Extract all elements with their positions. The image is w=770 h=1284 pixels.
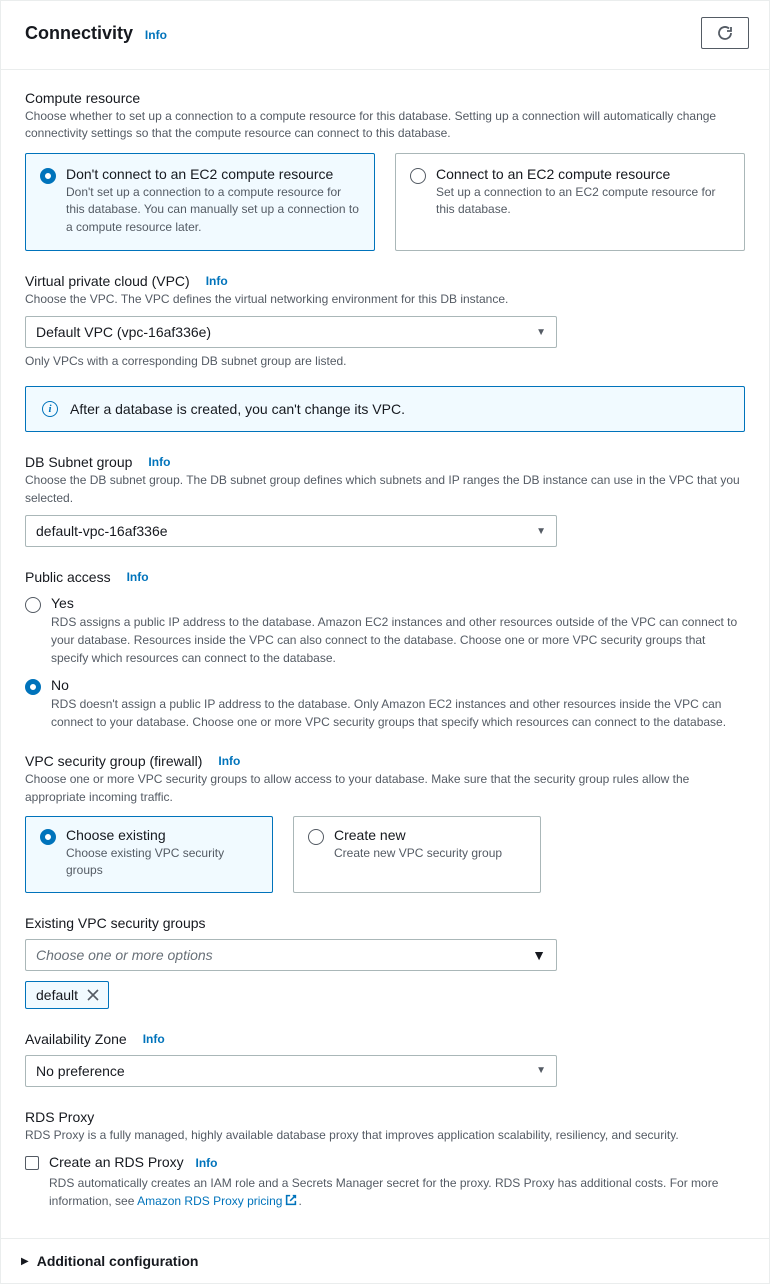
radio-selected-icon xyxy=(40,829,56,845)
public-no-label: No xyxy=(51,677,745,693)
triangle-right-icon: ▶ xyxy=(21,1256,29,1267)
proxy-pricing-link[interactable]: Amazon RDS Proxy pricing xyxy=(137,1194,298,1208)
vpc-desc: Choose the VPC. The VPC defines the virt… xyxy=(25,291,745,308)
compute-tile-ec2[interactable]: Connect to an EC2 compute resource Set u… xyxy=(395,153,745,251)
public-access-section: Public access Info Yes RDS assigns a pub… xyxy=(25,569,745,731)
sg-tile-existing[interactable]: Choose existing Choose existing VPC secu… xyxy=(25,816,273,893)
caret-down-icon: ▼ xyxy=(536,526,546,537)
sg-tile-new[interactable]: Create new Create new VPC security group xyxy=(293,816,541,893)
sg-token-default: default xyxy=(25,981,109,1009)
subnet-section: DB Subnet group Info Choose the DB subne… xyxy=(25,454,745,547)
az-select[interactable]: No preference ▼ xyxy=(25,1055,557,1087)
az-label: Availability Zone xyxy=(25,1031,127,1047)
compute-tile-ec2-desc: Set up a connection to an EC2 compute re… xyxy=(436,184,730,219)
radio-selected-icon xyxy=(40,168,56,184)
vpc-section: Virtual private cloud (VPC) Info Choose … xyxy=(25,273,745,432)
additional-config-label: Additional configuration xyxy=(37,1253,199,1269)
az-select-value: No preference xyxy=(36,1063,125,1079)
panel-title: Connectivity xyxy=(25,23,133,43)
compute-resource-label: Compute resource xyxy=(25,90,745,106)
radio-unselected-icon xyxy=(308,829,324,845)
caret-down-icon: ▼ xyxy=(536,1065,546,1076)
subnet-label: DB Subnet group xyxy=(25,454,132,470)
info-link-proxy[interactable]: Info xyxy=(196,1156,218,1170)
info-link-connectivity[interactable]: Info xyxy=(145,28,167,42)
vpc-change-alert: i After a database is created, you can't… xyxy=(25,386,745,432)
sg-token-label: default xyxy=(36,987,78,1003)
caret-down-icon: ▼ xyxy=(532,947,546,963)
refresh-icon xyxy=(717,25,733,41)
sg-existing-desc: Choose existing VPC security groups xyxy=(66,845,258,880)
radio-unselected-icon xyxy=(25,597,41,613)
proxy-desc: RDS Proxy is a fully managed, highly ava… xyxy=(25,1127,745,1144)
proxy-check-label: Create an RDS Proxy xyxy=(49,1154,184,1170)
sg-label: VPC security group (firewall) xyxy=(25,753,202,769)
vpc-label: Virtual private cloud (VPC) xyxy=(25,273,190,289)
public-yes-desc: RDS assigns a public IP address to the d… xyxy=(51,613,745,667)
radio-selected-icon xyxy=(25,679,41,695)
proxy-section: RDS Proxy RDS Proxy is a fully managed, … xyxy=(25,1109,745,1210)
public-access-yes[interactable]: Yes RDS assigns a public IP address to t… xyxy=(25,595,745,667)
info-link-public[interactable]: Info xyxy=(127,570,149,584)
info-link-subnet[interactable]: Info xyxy=(148,455,170,469)
existing-sg-section: Existing VPC security groups Choose one … xyxy=(25,915,745,1009)
compute-tile-no-ec2-title: Don't connect to an EC2 compute resource xyxy=(66,166,360,182)
existing-sg-label: Existing VPC security groups xyxy=(25,915,745,931)
radio-unselected-icon xyxy=(410,168,426,184)
vpc-select[interactable]: Default VPC (vpc-16af336e) ▼ xyxy=(25,316,557,348)
proxy-label: RDS Proxy xyxy=(25,1109,745,1125)
proxy-checkbox-row[interactable]: Create an RDS Proxy Info RDS automatical… xyxy=(25,1154,745,1210)
proxy-desc-post: . xyxy=(298,1194,301,1208)
public-access-no[interactable]: No RDS doesn't assign a public IP addres… xyxy=(25,677,745,731)
connectivity-panel: Connectivity Info Compute resource Choos… xyxy=(0,0,770,1284)
vpc-alert-text: After a database is created, you can't c… xyxy=(70,401,405,417)
sg-existing-title: Choose existing xyxy=(66,827,258,843)
compute-resource-section: Compute resource Choose whether to set u… xyxy=(25,90,745,251)
close-icon[interactable] xyxy=(86,988,100,1002)
proxy-check-desc: RDS automatically creates an IAM role an… xyxy=(49,1174,745,1210)
az-section: Availability Zone Info No preference ▼ xyxy=(25,1031,745,1087)
sg-section: VPC security group (firewall) Info Choos… xyxy=(25,753,745,893)
compute-tile-no-ec2-desc: Don't set up a connection to a compute r… xyxy=(66,184,360,236)
sg-new-desc: Create new VPC security group xyxy=(334,845,502,862)
info-link-vpc[interactable]: Info xyxy=(206,274,228,288)
public-access-label: Public access xyxy=(25,569,111,585)
compute-resource-desc: Choose whether to set up a connection to… xyxy=(25,108,745,143)
additional-config-expander[interactable]: ▶ Additional configuration xyxy=(1,1238,769,1283)
checkbox-unchecked-icon xyxy=(25,1156,39,1170)
info-link-az[interactable]: Info xyxy=(143,1032,165,1046)
panel-header: Connectivity Info xyxy=(1,1,769,70)
refresh-button[interactable] xyxy=(701,17,749,49)
sg-new-title: Create new xyxy=(334,827,502,843)
existing-sg-select[interactable]: Choose one or more options ▼ xyxy=(25,939,557,971)
existing-sg-placeholder: Choose one or more options xyxy=(36,947,213,963)
caret-down-icon: ▼ xyxy=(536,327,546,338)
info-link-sg[interactable]: Info xyxy=(218,754,240,768)
external-link-icon xyxy=(284,1193,298,1207)
public-yes-label: Yes xyxy=(51,595,745,611)
subnet-desc: Choose the DB subnet group. The DB subne… xyxy=(25,472,745,507)
subnet-select[interactable]: default-vpc-16af336e ▼ xyxy=(25,515,557,547)
title-group: Connectivity Info xyxy=(25,23,167,44)
sg-desc: Choose one or more VPC security groups t… xyxy=(25,771,745,806)
subnet-select-value: default-vpc-16af336e xyxy=(36,523,168,539)
public-no-desc: RDS doesn't assign a public IP address t… xyxy=(51,695,745,731)
panel-body: Compute resource Choose whether to set u… xyxy=(1,70,769,1238)
compute-tile-no-ec2[interactable]: Don't connect to an EC2 compute resource… xyxy=(25,153,375,251)
vpc-select-value: Default VPC (vpc-16af336e) xyxy=(36,324,211,340)
compute-tile-ec2-title: Connect to an EC2 compute resource xyxy=(436,166,730,182)
info-icon: i xyxy=(42,401,58,417)
vpc-hint: Only VPCs with a corresponding DB subnet… xyxy=(25,354,745,368)
